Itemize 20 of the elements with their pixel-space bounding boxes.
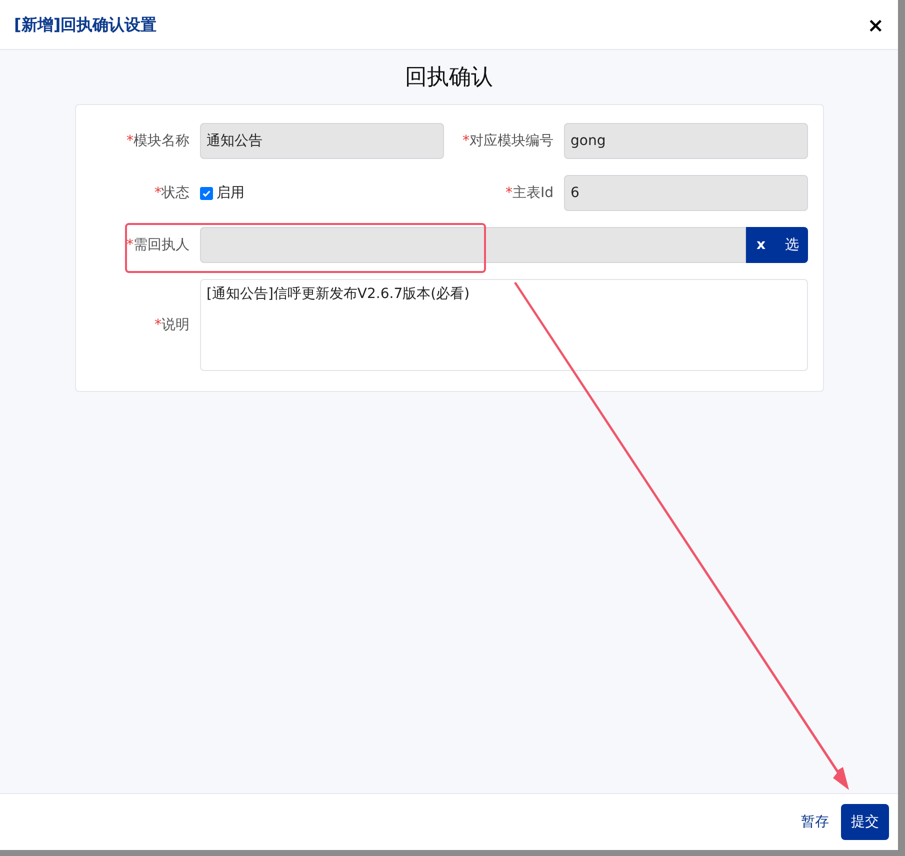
clear-button[interactable]: x (746, 227, 776, 263)
checkbox[interactable] (200, 186, 212, 200)
field-label: *需回执人 (126, 236, 190, 254)
field-label: *主表Id (505, 184, 554, 202)
close-button[interactable]: × (867, 14, 884, 34)
field-label: *对应模块编号 (462, 132, 554, 150)
submit-button[interactable]: 提交 (841, 804, 889, 840)
field-label: *说明 (154, 316, 190, 334)
description-field[interactable]: [通知公告]信呼更新发布V2.6.7版本(必看) (200, 279, 808, 371)
text-field[interactable]: gong (564, 123, 808, 159)
select-button[interactable]: 选 (776, 227, 808, 263)
dialog-title: [新增]回执确认设置 (14, 14, 157, 36)
field-label: *模块名称 (126, 132, 190, 150)
text-field[interactable]: 6 (564, 175, 808, 211)
checkbox-label: 启用 (216, 184, 244, 202)
field-label: *状态 (154, 184, 190, 202)
form-heading: 回执确认 (405, 64, 493, 92)
save-draft-button[interactable]: 暂存 (799, 804, 831, 840)
text-field[interactable]: 通知公告 (200, 123, 444, 159)
picker-field[interactable] (200, 227, 746, 263)
